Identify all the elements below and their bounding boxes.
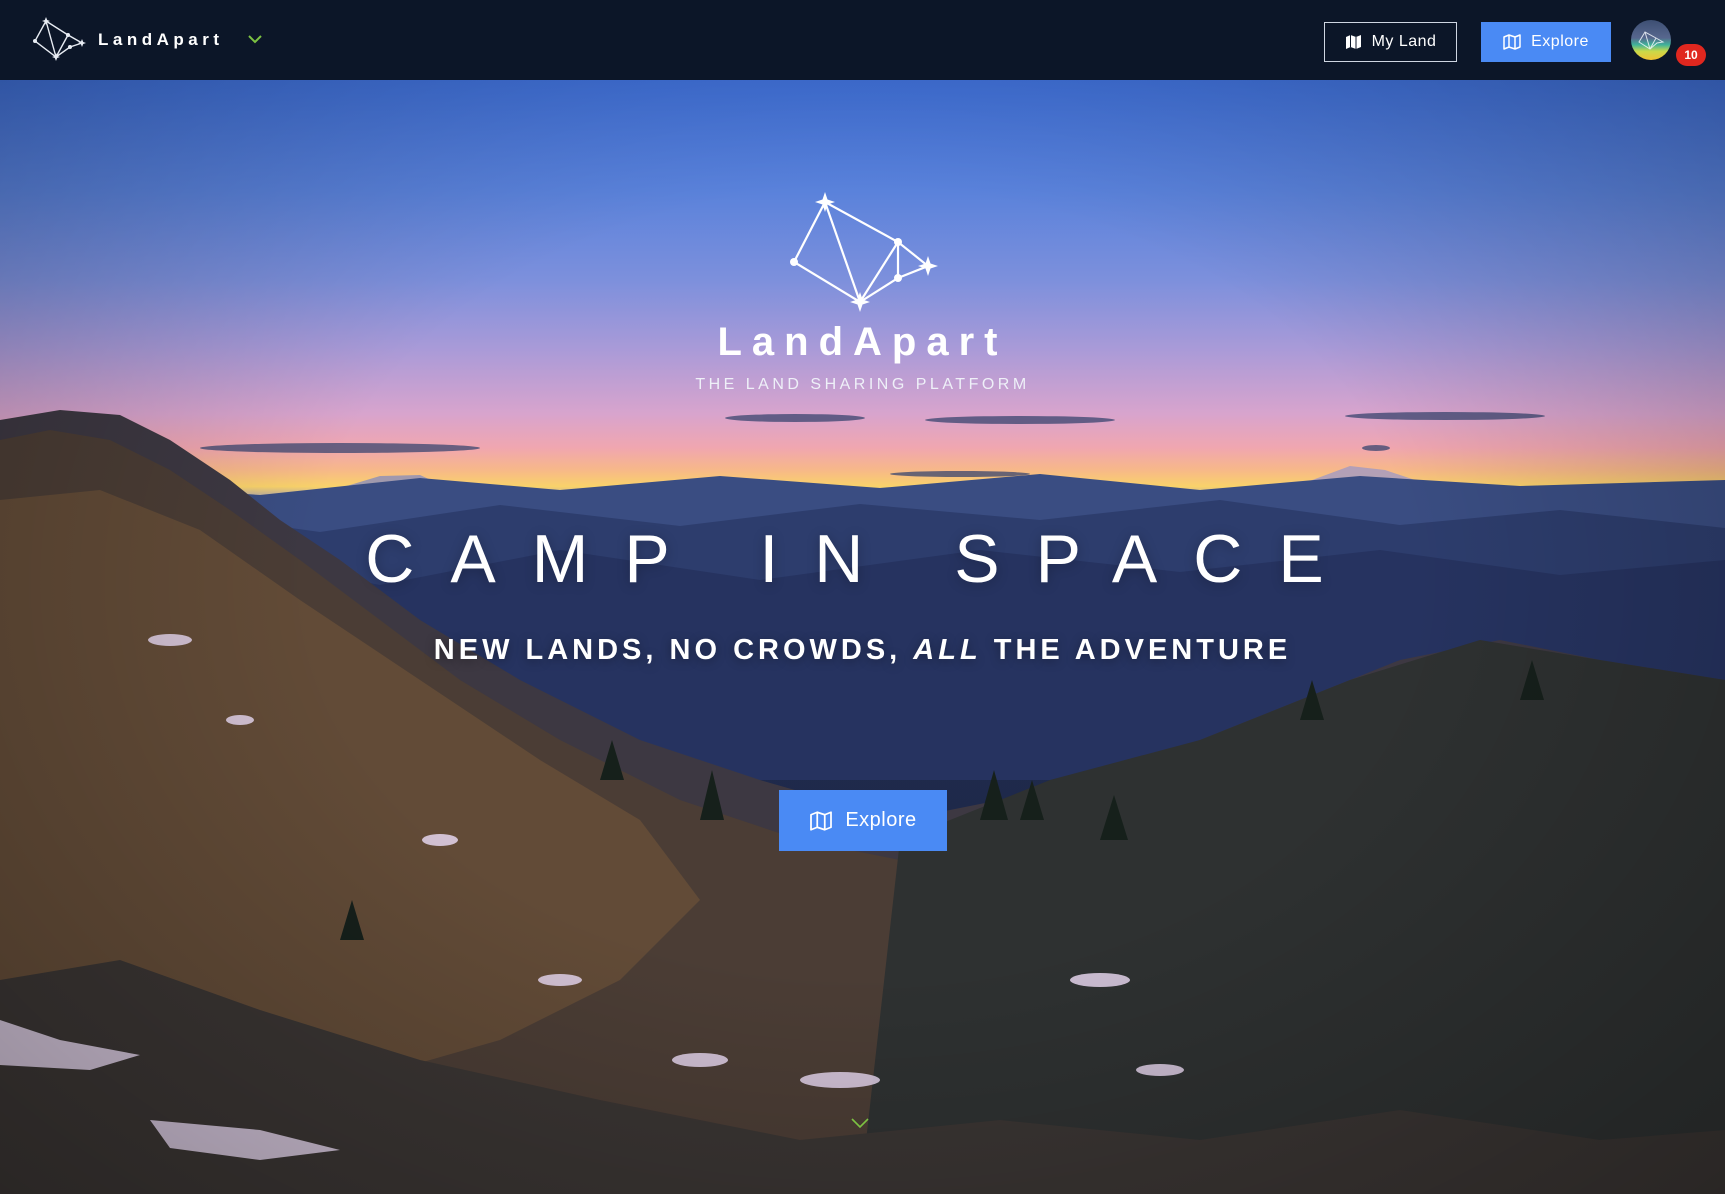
hero-sub-part1: NEW LANDS, NO CROWDS,	[433, 634, 902, 666]
avatar-logo-icon	[1638, 31, 1665, 50]
map-outline-icon	[1503, 34, 1521, 50]
notification-badge: 10	[1676, 44, 1706, 66]
explore-nav-button[interactable]: Explore	[1481, 22, 1611, 62]
hero-sub-emphasis: ALL	[913, 634, 982, 666]
explore-hero-button[interactable]: Explore	[779, 790, 947, 851]
chevron-down-icon[interactable]	[849, 1116, 871, 1130]
chevron-down-icon[interactable]	[246, 30, 264, 48]
hero-headline: CAMP IN SPACE	[365, 521, 1360, 597]
hero-sub-part2: THE ADVENTURE	[993, 634, 1292, 666]
my-land-button[interactable]: My Land	[1324, 22, 1457, 62]
brand-name: LandApart	[98, 30, 224, 49]
map-outline-icon	[810, 810, 833, 831]
constellation-logo-icon	[33, 17, 86, 61]
user-avatar[interactable]	[1631, 20, 1671, 60]
brand-home-link[interactable]: LandApart	[32, 17, 224, 63]
folded-map-icon	[1345, 35, 1361, 49]
explore-nav-label: Explore	[1531, 33, 1589, 50]
hero-subheadline: NEW LANDS, NO CROWDS, ALL THE ADVENTURE	[0, 634, 1725, 667]
hero-tagline: THE LAND SHARING PLATFORM	[695, 376, 1030, 393]
top-navbar: LandApart My Land Explore 10	[0, 0, 1725, 80]
explore-hero-label: Explore	[845, 809, 917, 831]
my-land-label: My Land	[1371, 33, 1437, 50]
constellation-logo-icon	[790, 192, 938, 312]
hero-brand-name: LandApart	[717, 320, 1008, 364]
